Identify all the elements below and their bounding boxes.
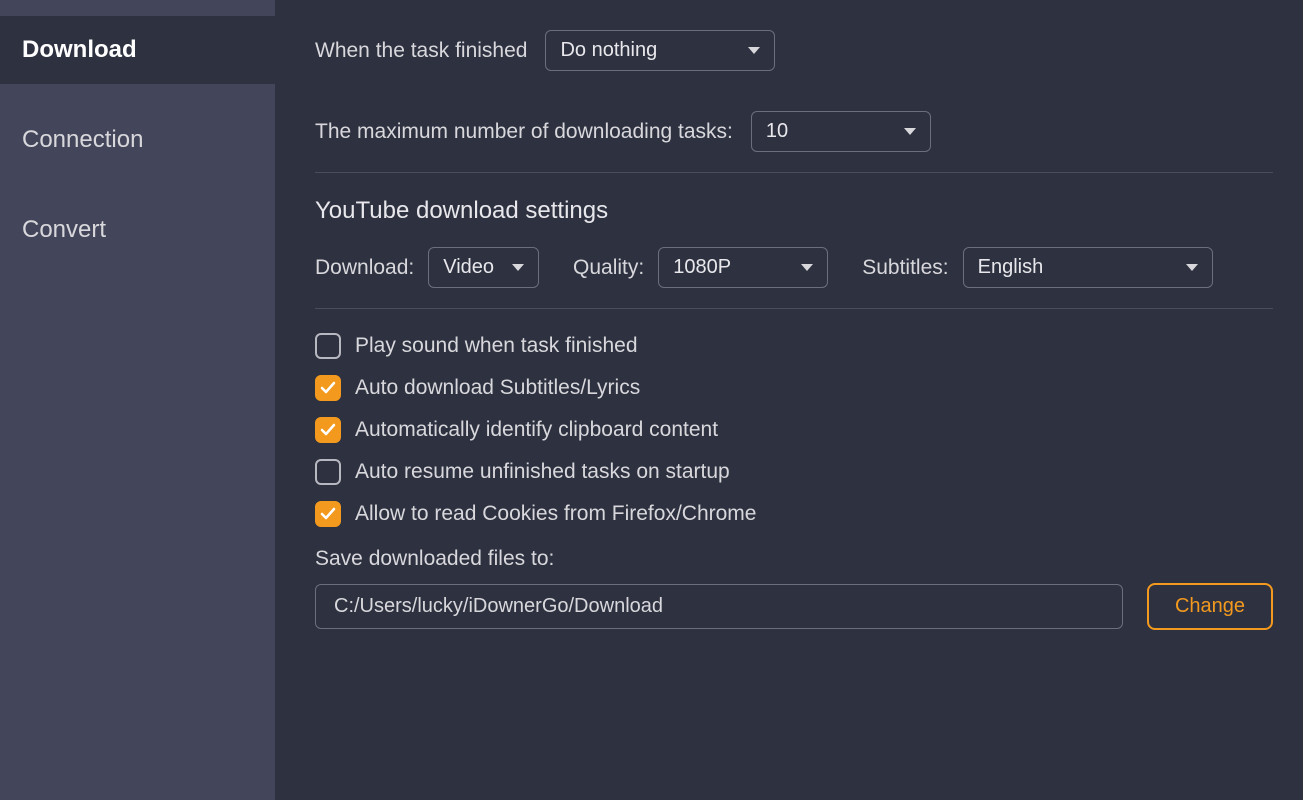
chevron-down-icon [904,128,916,135]
subtitles-select[interactable]: English [963,247,1213,288]
divider [315,172,1273,173]
checkbox-row[interactable]: Automatically identify clipboard content [315,417,1273,443]
save-path-label: Save downloaded files to: [315,547,1273,571]
download-type-select[interactable]: Video [428,247,539,288]
checkbox-label: Auto resume unfinished tasks on startup [355,460,730,484]
sidebar: Download Connection Convert [0,0,275,800]
save-path-input[interactable] [315,584,1123,629]
task-finished-label: When the task finished [315,39,527,63]
chevron-down-icon [512,264,524,271]
checkbox[interactable] [315,333,341,359]
max-tasks-select[interactable]: 10 [751,111,931,152]
youtube-section-title: YouTube download settings [315,197,1273,225]
checkbox-row[interactable]: Auto resume unfinished tasks on startup [315,459,1273,485]
checkbox-label: Play sound when task finished [355,334,638,358]
chevron-down-icon [801,264,813,271]
quality-select[interactable]: 1080P [658,247,828,288]
chevron-down-icon [748,47,760,54]
subtitles-label: Subtitles: [862,256,948,280]
checkbox-row[interactable]: Play sound when task finished [315,333,1273,359]
check-icon [320,506,336,522]
download-type-value: Video [443,256,494,279]
task-finished-value: Do nothing [560,39,657,62]
max-tasks-value: 10 [766,120,788,143]
main-panel: When the task finished Do nothing The ma… [275,0,1303,800]
checkbox[interactable] [315,459,341,485]
sidebar-item-connection[interactable]: Connection [0,106,275,174]
change-button[interactable]: Change [1147,583,1273,630]
download-type-label: Download: [315,256,414,280]
divider [315,308,1273,309]
checkbox[interactable] [315,501,341,527]
task-finished-select[interactable]: Do nothing [545,30,775,71]
checkbox-list: Play sound when task finished Auto downlo… [315,333,1273,527]
sidebar-item-convert[interactable]: Convert [0,196,275,264]
quality-value: 1080P [673,256,731,279]
chevron-down-icon [1186,264,1198,271]
checkbox-row[interactable]: Allow to read Cookies from Firefox/Chrom… [315,501,1273,527]
max-tasks-label: The maximum number of downloading tasks: [315,120,733,144]
checkbox[interactable] [315,375,341,401]
check-icon [320,380,336,396]
checkbox[interactable] [315,417,341,443]
checkbox-label: Automatically identify clipboard content [355,418,718,442]
subtitles-value: English [978,256,1044,279]
check-icon [320,422,336,438]
checkbox-label: Allow to read Cookies from Firefox/Chrom… [355,502,756,526]
checkbox-row[interactable]: Auto download Subtitles/Lyrics [315,375,1273,401]
checkbox-label: Auto download Subtitles/Lyrics [355,376,640,400]
quality-label: Quality: [573,256,644,280]
sidebar-item-download[interactable]: Download [0,16,275,84]
